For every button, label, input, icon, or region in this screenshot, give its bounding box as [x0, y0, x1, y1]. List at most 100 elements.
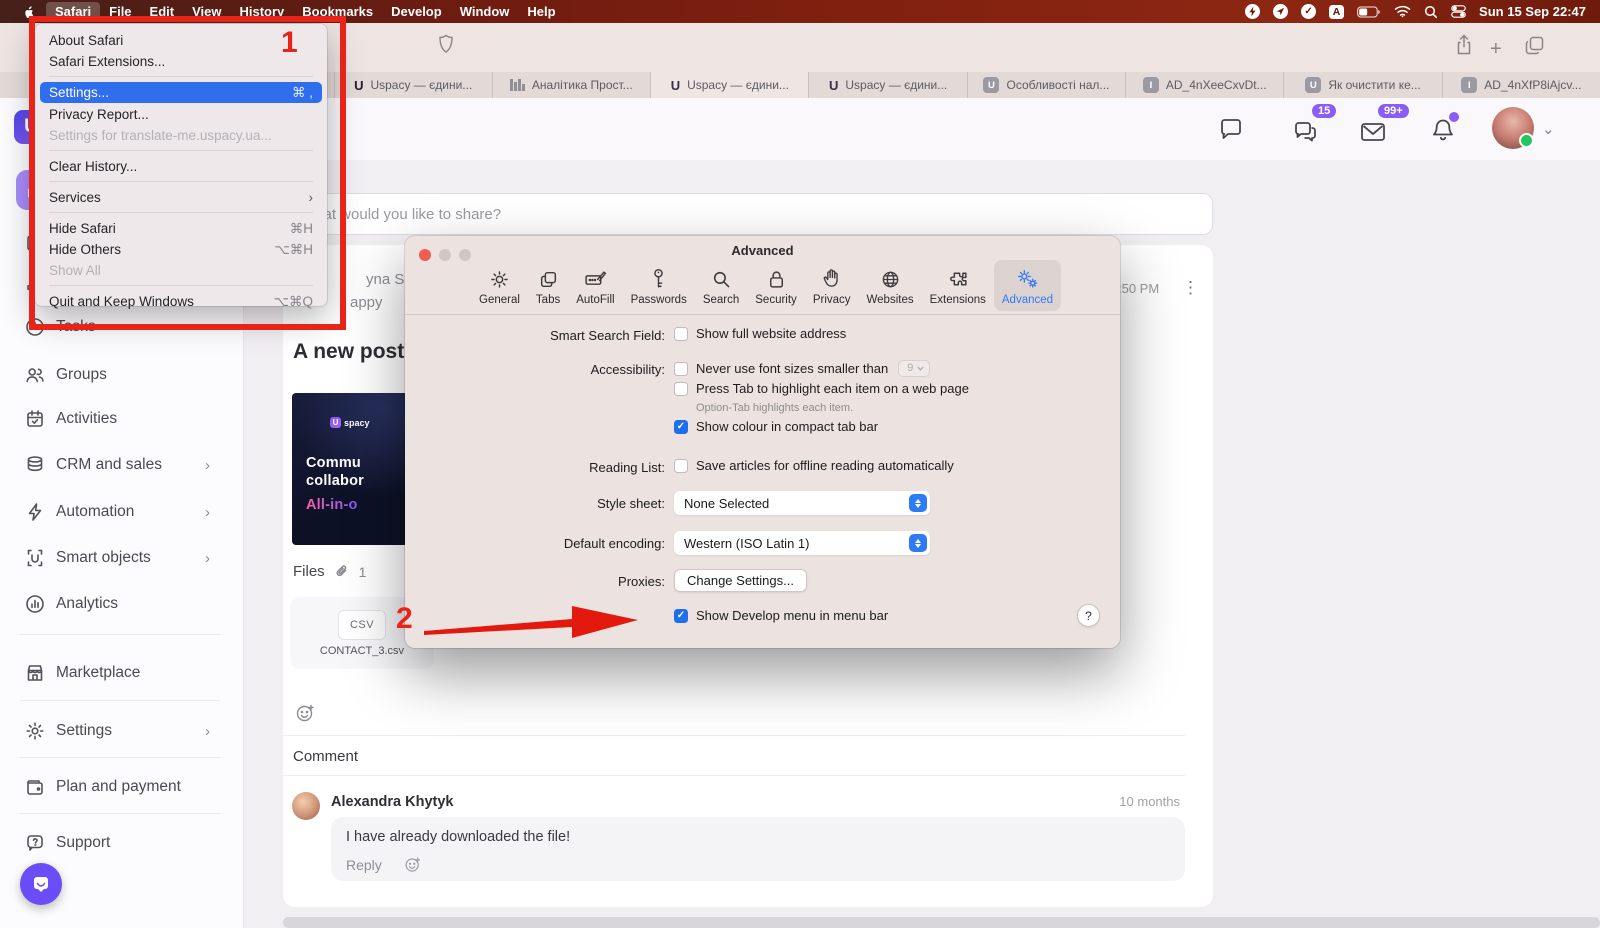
screen: U Tasks Groups Activities CRM and sales … — [0, 0, 1600, 928]
control-center-icon[interactable] — [1451, 5, 1466, 18]
option-tab-hint: Option-Tab highlights each item. — [696, 402, 853, 414]
sidebar-divider — [20, 813, 220, 814]
sidebar-item-marketplace[interactable]: Marketplace — [0, 658, 243, 688]
share-icon[interactable] — [1455, 34, 1473, 56]
menu-window[interactable]: Window — [451, 2, 519, 21]
menu-develop[interactable]: Develop — [382, 2, 451, 21]
change-settings-button[interactable]: Change Settings... — [674, 569, 807, 592]
tab-label: Advanced — [1002, 294, 1053, 306]
uspacy-favicon: U — [829, 78, 838, 93]
intercom-chat-button[interactable] — [20, 863, 62, 905]
save-articles-checkbox[interactable] — [674, 459, 688, 473]
tab-label: AD_4nXfP8iAjcv... — [1484, 78, 1581, 92]
horizontal-scrollbar[interactable] — [283, 917, 1600, 928]
menu-help[interactable]: Help — [518, 2, 564, 21]
new-tab-icon[interactable]: + — [1490, 38, 1502, 61]
show-colour-checkbox[interactable]: ✓ — [674, 420, 688, 434]
tab-label: Websites — [867, 294, 914, 306]
tab-extensions[interactable]: Extensions — [922, 260, 994, 311]
battery-icon[interactable] — [1357, 6, 1381, 18]
show-full-address-checkbox[interactable] — [674, 327, 688, 341]
add-reaction-icon[interactable] — [404, 856, 422, 874]
input-source-a-icon[interactable]: A — [1329, 5, 1344, 19]
share-input[interactable]: What would you like to share? — [283, 193, 1213, 235]
tab-tabs[interactable]: Tabs — [528, 260, 568, 311]
tab-general[interactable]: General — [471, 260, 528, 311]
checkbox-label: Show full website address — [696, 326, 846, 341]
tab-overview-icon[interactable] — [1525, 36, 1544, 55]
annotation-box-1 — [29, 16, 346, 330]
style-sheet-select[interactable]: None Selected — [674, 491, 930, 515]
press-tab-checkbox[interactable] — [674, 382, 688, 396]
files-count: 1 — [359, 564, 367, 580]
comment-icon[interactable] — [1218, 116, 1244, 142]
check-icon[interactable]: ✓ — [1301, 4, 1316, 19]
gears-icon — [1015, 266, 1040, 290]
sidebar-item-automation[interactable]: Automation › — [0, 497, 243, 527]
files-label: Files — [293, 563, 325, 580]
reply-button[interactable]: Reply — [346, 857, 382, 873]
tab-security[interactable]: Security — [747, 260, 805, 311]
hand-icon — [822, 266, 841, 290]
lightning-icon[interactable] — [1245, 4, 1260, 19]
menu-bar-clock[interactable]: Sun 15 Sep 22:47 — [1479, 4, 1586, 19]
sidebar-item-activities[interactable]: Activities — [0, 404, 243, 434]
mail-icon[interactable] — [1358, 120, 1388, 144]
post-menu-kebab[interactable]: ⋮ — [1182, 278, 1199, 298]
default-encoding-label: Default encoding: — [405, 536, 665, 551]
settings-toolbar: General Tabs AutoFill Passwords Search S… — [471, 260, 1061, 311]
show-develop-menu-checkbox[interactable]: ✓ — [674, 609, 688, 623]
sidebar-item-support[interactable]: Support — [0, 828, 243, 858]
analytics-icon — [24, 593, 46, 615]
annotation-number-1: 1 — [281, 26, 298, 60]
chevron-down-icon[interactable]: ⌄ — [1542, 120, 1555, 138]
wifi-icon[interactable] — [1394, 5, 1411, 18]
sidebar-item-settings[interactable]: Settings › — [0, 716, 243, 746]
tab-search[interactable]: Search — [695, 260, 747, 311]
commenter-avatar[interactable] — [292, 792, 320, 820]
browser-tab[interactable]: I AD_4nXeeCxvDt... — [1125, 72, 1283, 98]
shield-icon[interactable] — [438, 34, 454, 54]
sidebar-item-label: Groups — [56, 366, 107, 384]
font-size-select[interactable]: 9 — [898, 360, 930, 377]
sidebar-item-plan-payment[interactable]: Plan and payment — [0, 772, 243, 802]
add-reaction-button[interactable] — [295, 703, 316, 724]
location-icon[interactable] — [1273, 4, 1288, 19]
sidebar-item-crm[interactable]: CRM and sales › — [0, 450, 243, 480]
browser-tab[interactable]: U Uspacy — єдини... — [808, 72, 966, 98]
chats-icon[interactable] — [1292, 118, 1320, 146]
browser-tab-active[interactable]: U Uspacy — єдини... — [650, 72, 808, 98]
sidebar-item-label: Analytics — [56, 595, 118, 613]
browser-tab[interactable]: U Особливості нал... — [967, 72, 1125, 98]
browser-tab[interactable]: I AD_4nXfP8iAjcv... — [1442, 72, 1600, 98]
uspacy-favicon: U — [671, 78, 680, 93]
default-encoding-select[interactable]: Western (ISO Latin 1) — [674, 531, 930, 555]
tab-privacy[interactable]: Privacy — [805, 260, 859, 311]
browser-tab[interactable]: U Як очистити ке... — [1283, 72, 1441, 98]
tab-passwords[interactable]: Passwords — [623, 260, 695, 311]
browser-tab[interactable]: U Uspacy — єдини... — [334, 72, 492, 98]
tab-autofill[interactable]: AutoFill — [568, 260, 622, 311]
sidebar-item-analytics[interactable]: Analytics — [0, 589, 243, 619]
proxies-label: Proxies: — [405, 574, 665, 589]
sidebar-item-groups[interactable]: Groups — [0, 360, 243, 390]
chat-bubble-icon — [31, 874, 51, 894]
tab-websites[interactable]: Websites — [859, 260, 922, 311]
paperclip-icon — [334, 563, 350, 580]
post-image-brand: U spacy — [330, 417, 370, 428]
autofill-icon — [584, 266, 607, 290]
spotlight-icon[interactable] — [1424, 5, 1438, 19]
never-use-font-checkbox[interactable] — [674, 362, 688, 376]
chevron-right-icon: › — [205, 504, 210, 521]
sidebar-item-smart-objects[interactable]: Smart objects › — [0, 543, 243, 573]
tab-label: Privacy — [813, 294, 851, 306]
user-avatar[interactable] — [1492, 107, 1534, 149]
post-timestamp: :50 PM — [1118, 281, 1159, 296]
help-button[interactable]: ? — [1077, 604, 1100, 627]
tab-advanced[interactable]: Advanced — [994, 260, 1061, 311]
sidebar-item-label: Automation — [56, 503, 134, 521]
section-divider — [283, 775, 1185, 776]
reading-list-row: Save articles for offline reading automa… — [674, 458, 954, 473]
browser-tab[interactable]: Аналітика Прост... — [492, 72, 650, 98]
post-image[interactable]: U spacy Commu collabor All-in-o — [292, 393, 408, 545]
